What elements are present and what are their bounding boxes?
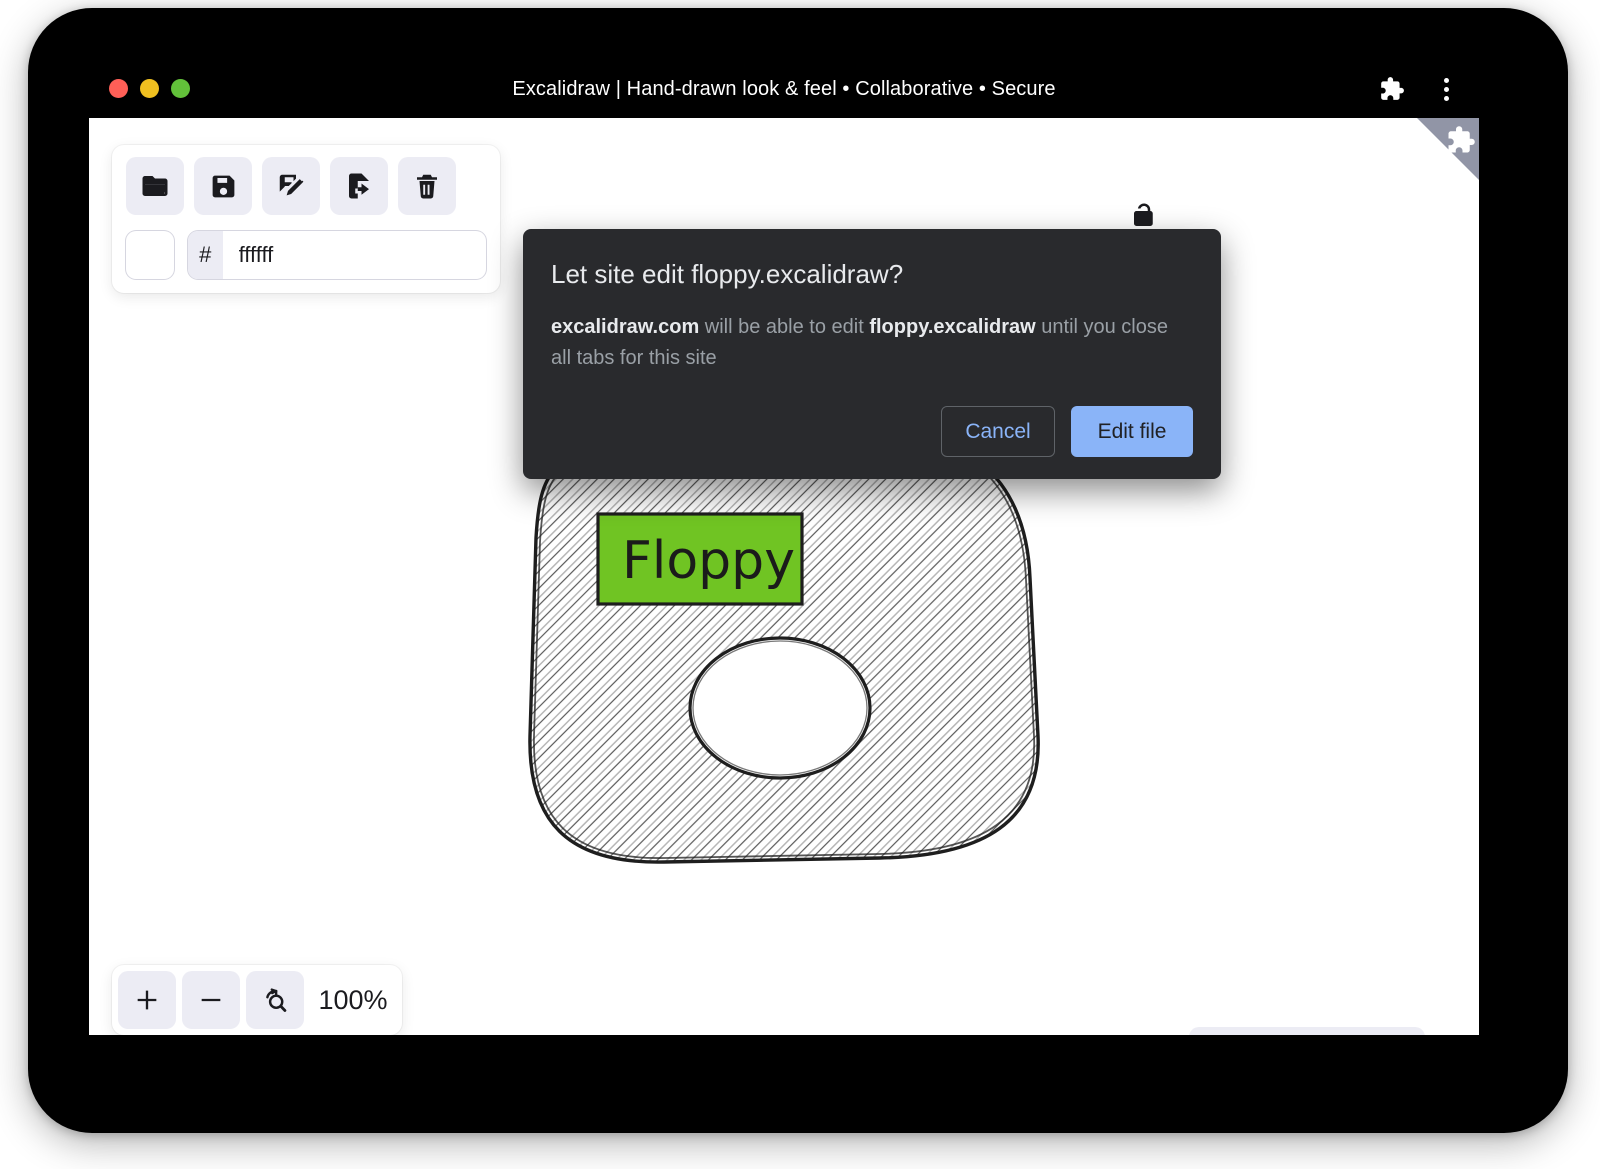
color-picker-row: # — [126, 231, 486, 279]
minus-icon — [197, 986, 225, 1014]
dialog-body: excalidraw.com will be able to edit flop… — [551, 312, 1191, 374]
export-button[interactable] — [330, 157, 388, 215]
plus-icon — [133, 986, 161, 1014]
unlock-icon — [1129, 199, 1159, 233]
color-swatch[interactable] — [126, 231, 174, 279]
extensions-icon[interactable] — [1379, 76, 1405, 102]
more-menu-icon[interactable] — [1433, 76, 1459, 102]
dialog-body-mid: will be able to edit — [699, 316, 869, 338]
reset-zoom-icon — [261, 986, 289, 1014]
dialog-actions: Cancel Edit file — [551, 406, 1193, 457]
excalidraw-app: Floppy — [89, 118, 1479, 1035]
titlebar-actions — [1379, 60, 1459, 118]
floppy-save-icon — [209, 172, 238, 201]
open-file-button[interactable] — [126, 157, 184, 215]
floppy-label-text: Floppy — [622, 531, 795, 591]
extension-corner-banner — [1417, 118, 1479, 180]
toolbar-button-row — [126, 157, 486, 215]
edit-file-button[interactable]: Edit file — [1071, 406, 1193, 457]
dialog-title: Let site edit floppy.excalidraw? — [551, 259, 1193, 290]
excalidraw-toolbar-panel: # — [112, 145, 500, 293]
browser-window: Excalidraw | Hand-drawn look & feel • Co… — [89, 60, 1479, 1035]
browser-titlebar: Excalidraw | Hand-drawn look & feel • Co… — [89, 60, 1479, 118]
folder-open-icon — [140, 171, 170, 201]
file-permission-dialog: Let site edit floppy.excalidraw? excalid… — [523, 229, 1221, 479]
zoom-out-button[interactable] — [182, 971, 240, 1029]
canvas-drawing-floppy-disk[interactable]: Floppy — [514, 418, 1054, 913]
hex-color-input[interactable] — [223, 231, 486, 279]
zoom-controls-panel: 100% — [112, 965, 402, 1035]
color-hex-field[interactable]: # — [188, 231, 486, 279]
keyboard-icon — [1416, 1033, 1456, 1035]
zoom-in-button[interactable] — [118, 971, 176, 1029]
reset-zoom-button[interactable] — [246, 971, 304, 1029]
banner-triangle — [1417, 118, 1479, 180]
delete-button[interactable] — [398, 157, 456, 215]
dialog-origin: excalidraw.com — [551, 316, 699, 338]
cancel-button[interactable]: Cancel — [941, 406, 1055, 457]
keyboard-shortcuts-button[interactable] — [1416, 1033, 1456, 1035]
window-title: Excalidraw | Hand-drawn look & feel • Co… — [89, 60, 1479, 118]
language-select[interactable]: English — [1189, 1027, 1425, 1035]
save-button[interactable] — [194, 157, 252, 215]
puzzle-piece-icon — [1446, 125, 1476, 160]
dialog-filename: floppy.excalidraw — [869, 316, 1035, 338]
zoom-level-value[interactable]: 100% — [310, 985, 396, 1016]
file-export-icon — [344, 171, 374, 201]
trash-icon — [412, 171, 442, 201]
save-as-button[interactable] — [262, 157, 320, 215]
floppy-edit-icon — [276, 171, 306, 201]
hash-prefix-label: # — [188, 231, 223, 279]
